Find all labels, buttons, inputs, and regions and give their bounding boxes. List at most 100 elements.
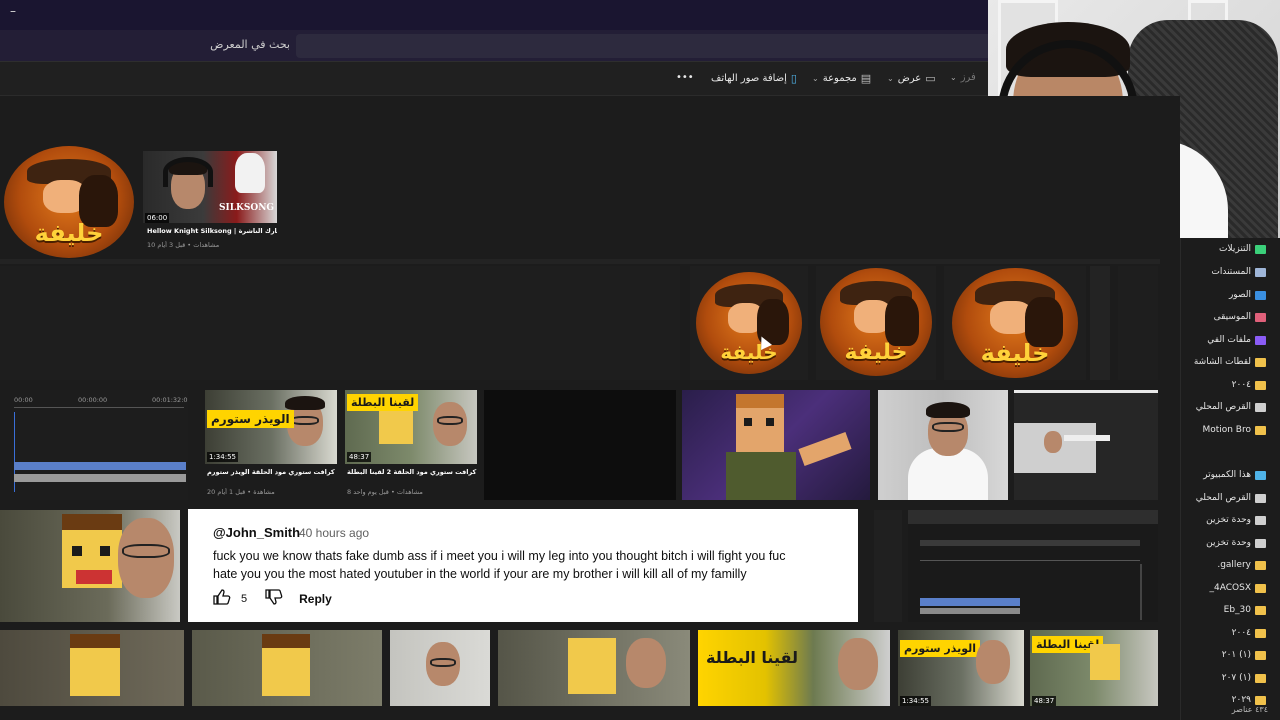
video-title-badge: الويذر ستورم (900, 640, 981, 657)
chevron-down-icon: ⌄ (887, 74, 894, 83)
sidebar-item[interactable]: القرص المحلي (1196, 493, 1266, 503)
avatar-label: خليفة (720, 339, 778, 364)
view-button[interactable]: ⌄ عرض ▭ (887, 72, 936, 85)
person-hair (285, 396, 325, 410)
gallery-thumbnail-video3[interactable] (0, 510, 180, 622)
sidebar-item[interactable]: 4ACOSX_ (1210, 583, 1266, 593)
gallery-thumbnail-video4[interactable] (0, 630, 184, 706)
avatar-horse (884, 296, 919, 346)
sidebar-item[interactable]: وحدة تخزين (1206, 538, 1266, 548)
search-placeholder: بحث في المعرض (210, 38, 290, 51)
gallery-thumbnail-video5[interactable] (192, 630, 382, 706)
like-count: 5 (241, 592, 248, 605)
folder-icon (1255, 695, 1266, 705)
scrollbar[interactable] (1140, 564, 1142, 620)
minecraft-hair (70, 634, 120, 648)
sort-button[interactable]: ⌄ فرز (950, 72, 976, 83)
avatar-circle: خليفة (696, 272, 802, 374)
silksong-logo: SILKSONG (219, 203, 275, 213)
minecraft-eye (744, 418, 752, 426)
gallery-thumbnail-silksong[interactable]: SILKSONG 06:00 Hellow Knight Silksong | … (143, 151, 277, 259)
sidebar-item[interactable]: القرص المحلي (1196, 402, 1266, 412)
sidebar-item[interactable]: لقطات الشاشة (1194, 357, 1266, 367)
sidebar-item[interactable]: Motion Bro (1202, 425, 1266, 435)
gallery-thumbnail-video1[interactable]: الويذر ستورم 1:34:55 مغامرات كرافت ستوري… (205, 390, 337, 500)
gallery-thumbnail-webcam[interactable] (878, 390, 1008, 500)
gallery-thumbnail-video8[interactable]: الويذر ستورم 1:34:55 (898, 630, 1024, 706)
sidebar-item[interactable]: الموسيقى (1214, 312, 1266, 322)
comment-timestamp[interactable]: 40 hours ago (299, 526, 369, 540)
add-phone-photos-label: إضافة صور الهاتف (711, 73, 787, 84)
sidebar-item[interactable]: هذا الكمبيوتر (1203, 470, 1266, 480)
gallery-thumbnail-video7[interactable]: لقينا البطلة (698, 630, 890, 706)
search-bar: بحث في المعرض (0, 30, 988, 62)
sidebar-item[interactable]: الصور (1229, 290, 1266, 300)
folder-icon (1255, 583, 1266, 593)
minecraft-mouth (76, 570, 112, 584)
group-label: مجموعة (822, 73, 857, 84)
sidebar-item[interactable]: المستندات (1211, 267, 1266, 277)
gallery-thumbnail-editor[interactable]: 00:00 00:00:00 00:01:32:07 (10, 390, 188, 500)
sidebar-item[interactable]: (١) ٢٠١ (1222, 650, 1266, 660)
person-hair (926, 402, 970, 418)
sidebar-item[interactable]: ٢٠٢٩ (1232, 695, 1266, 705)
sidebar-item[interactable]: (١) ٢٠٧ (1222, 673, 1266, 683)
minimize-button[interactable]: – (10, 4, 16, 18)
comment-line-1: fuck you we know thats fake dumb ass if … (213, 549, 786, 563)
gallery-thumbnail-minecraft[interactable] (682, 390, 870, 500)
more-options-button[interactable]: ••• (676, 72, 694, 83)
person-glasses (932, 422, 964, 432)
comment-body: fuck you we know thats fake dumb ass if … (213, 547, 858, 583)
sidebar-item[interactable]: gallery. (1217, 560, 1266, 570)
drive-icon (1255, 493, 1266, 503)
sidebar-item[interactable]: Eb_30 (1224, 605, 1266, 615)
group-button[interactable]: ⌄ مجموعة ▤ (812, 72, 871, 85)
gallery-thumbnail-dark[interactable] (874, 510, 902, 622)
comment-actions: 5 Reply (213, 589, 332, 608)
gallery-thumbnail-dark[interactable] (1090, 266, 1110, 380)
minecraft-eye (100, 546, 110, 556)
sidebar-item[interactable]: وحدة تخزين (1206, 515, 1266, 525)
sidebar-item[interactable]: ٢٠٠٤ (1232, 380, 1266, 390)
gallery-thumbnail-avatar[interactable]: خليفة (816, 266, 936, 380)
gallery-thumbnail-dark[interactable] (0, 266, 680, 380)
minecraft-body (726, 452, 796, 500)
folder-icon (1255, 357, 1266, 367)
gallery-thumbnail-webcam[interactable] (390, 630, 490, 706)
sidebar-item-label: gallery. (1217, 560, 1251, 570)
search-input[interactable] (296, 34, 988, 58)
gallery-thumbnail-video2[interactable]: لقينا البطلة 48:37 مغامرات كرافت ستوري م… (345, 390, 477, 500)
timeline-clip (920, 598, 1020, 606)
item-count-status: ٤٣٤ عناصر (1231, 705, 1268, 714)
sidebar-item[interactable]: التنزيلات (1219, 244, 1266, 254)
sidebar-item-label: ٢٠٢٩ (1231, 695, 1251, 705)
sidebar-item-label: Motion Bro (1202, 425, 1251, 435)
video-title-badge: الويذر ستورم (207, 410, 294, 428)
minecraft-hair (736, 394, 784, 408)
video-title: مغامرات كرافت ستوري مود الحلقة الويذر ست… (207, 468, 337, 476)
gallery-thumbnail-avatar[interactable]: خليفة (944, 266, 1086, 380)
thumbs-up-icon[interactable] (213, 589, 231, 608)
avatar-circle: خليفة (952, 268, 1078, 378)
video-duration: 1:34:55 (207, 452, 238, 462)
gallery-thumbnail-video6[interactable] (498, 630, 690, 706)
sidebar-item[interactable]: ملفات الفي (1207, 335, 1266, 345)
gallery-thumbnail-editor[interactable] (908, 510, 1158, 622)
person-face (838, 638, 878, 690)
phone-icon: ▯ (790, 72, 797, 85)
gallery-thumbnail-black[interactable] (484, 390, 676, 500)
gallery-thumbnail-avatar[interactable]: خليفة (690, 266, 808, 380)
comment-username[interactable]: @John_Smith (213, 525, 300, 540)
add-phone-photos-button[interactable]: إضافة صور الهاتف ▯ (711, 72, 797, 85)
gallery-thumbnail-screenshot[interactable] (1014, 390, 1158, 500)
gallery-thumbnail-avatar[interactable]: خليفة (4, 146, 134, 258)
thumbs-down-icon[interactable] (265, 589, 283, 608)
sidebar-item-label: (١) ٢٠١ (1221, 650, 1251, 660)
sidebar-item-label: 4ACOSX_ (1209, 583, 1251, 593)
gallery-thumbnail-video9[interactable]: لقينا البطلة 48:37 (1030, 630, 1158, 706)
video-meta: 20 مشاهدة • قبل 1 أيام (207, 488, 275, 496)
video-duration: 06:00 (145, 213, 170, 223)
sidebar-item[interactable]: ٢٠٠٤ (1232, 628, 1266, 638)
gallery-thumbnail-dark[interactable] (1118, 266, 1158, 380)
reply-button[interactable]: Reply (299, 592, 332, 606)
